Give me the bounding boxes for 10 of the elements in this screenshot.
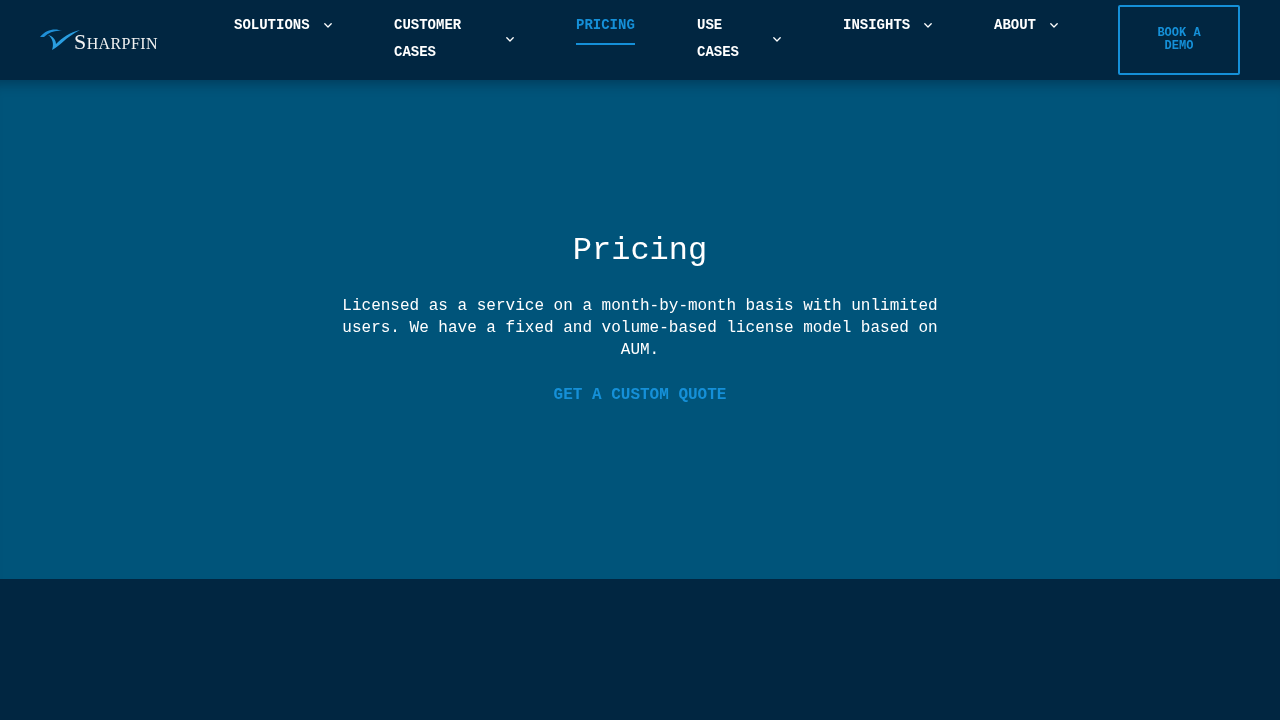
description-text: Licensed as a service on a month-by-month basis with unlimited users. We have a fixed and volume-based license model based on AUM. (341, 296, 939, 361)
nav-link[interactable]: PRICING (576, 12, 635, 45)
nav-link[interactable]: USE CASES (697, 12, 781, 66)
logo-text: SHARPFIN (74, 31, 158, 53)
nav-link[interactable]: ABOUT (994, 12, 1058, 39)
nav-link[interactable]: CUSTOMER CASES (394, 12, 514, 66)
page-title: Pricing (572, 231, 708, 271)
book-demo-button[interactable]: BOOK A DEMO (1118, 5, 1240, 75)
nav-link[interactable]: SOLUTIONS (234, 12, 332, 39)
nav-link[interactable]: INSIGHTS (843, 12, 932, 39)
